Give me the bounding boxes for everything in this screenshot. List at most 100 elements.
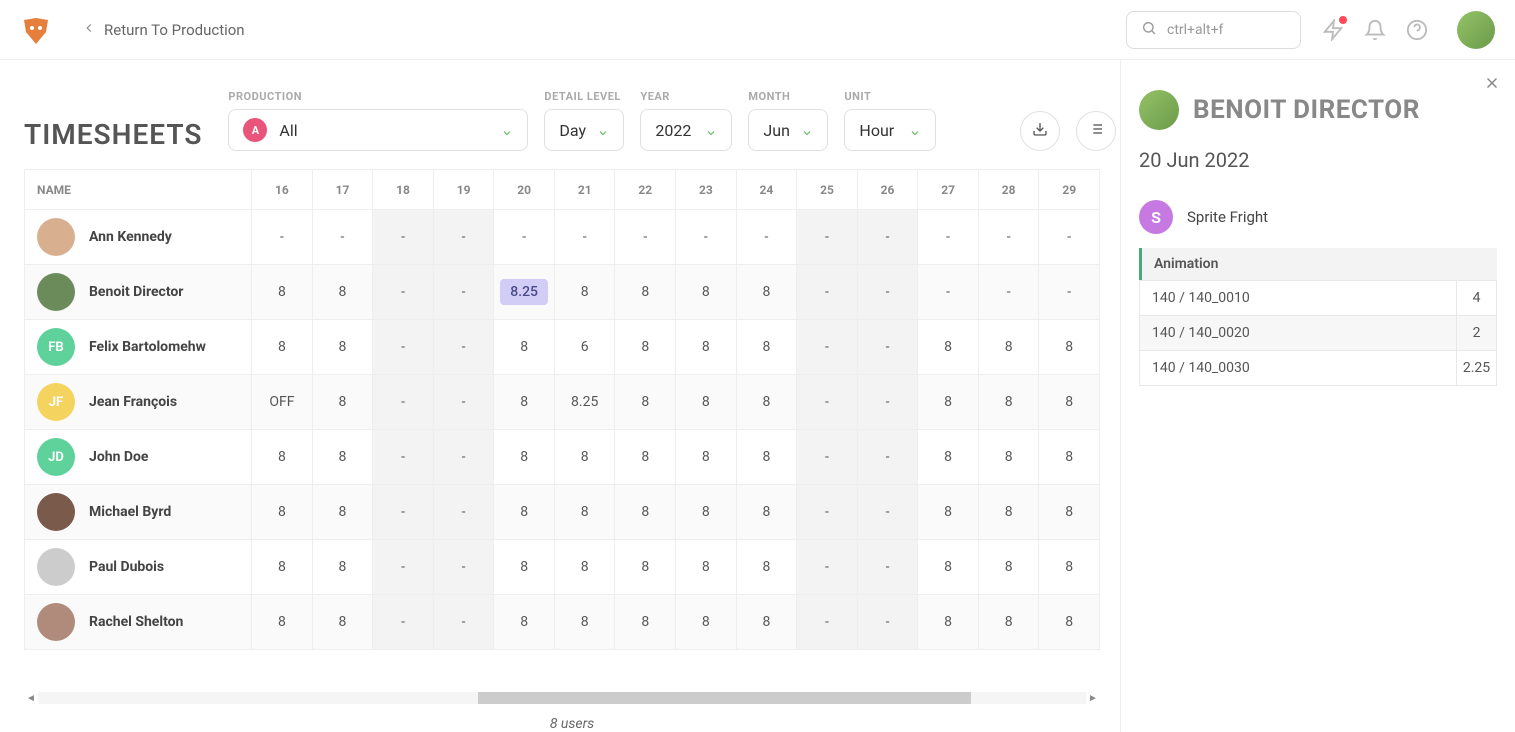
- timesheet-cell[interactable]: -: [373, 265, 434, 320]
- timesheet-cell[interactable]: -: [857, 595, 918, 650]
- timesheet-cell[interactable]: 8: [312, 595, 373, 650]
- timesheet-cell[interactable]: 8: [615, 320, 676, 375]
- timesheet-cell[interactable]: -: [312, 210, 373, 265]
- timesheet-cell[interactable]: 8: [918, 430, 979, 485]
- scroll-thumb[interactable]: [478, 692, 971, 704]
- timesheet-cell[interactable]: -: [373, 485, 434, 540]
- timesheet-cell[interactable]: -: [918, 265, 979, 320]
- timesheet-cell[interactable]: 8: [978, 595, 1039, 650]
- timesheet-cell[interactable]: 8: [918, 540, 979, 595]
- back-to-production-link[interactable]: Return To Production: [82, 21, 245, 39]
- timesheet-cell[interactable]: -: [373, 210, 434, 265]
- timesheet-cell[interactable]: -: [554, 210, 615, 265]
- detail-dropdown[interactable]: Day: [544, 109, 624, 151]
- timesheet-cell[interactable]: -: [797, 320, 858, 375]
- name-cell[interactable]: Benoit Director: [25, 265, 252, 320]
- timesheet-cell[interactable]: 8: [736, 265, 797, 320]
- timesheet-cell[interactable]: 8: [978, 320, 1039, 375]
- timesheet-cell[interactable]: 8: [1039, 595, 1100, 650]
- timesheet-cell[interactable]: -: [433, 210, 494, 265]
- scroll-track[interactable]: [38, 692, 1086, 704]
- timesheet-cell[interactable]: -: [797, 210, 858, 265]
- timesheet-cell[interactable]: -: [797, 485, 858, 540]
- timesheet-cell[interactable]: -: [857, 375, 918, 430]
- timesheet-cell[interactable]: 8.25: [554, 375, 615, 430]
- timesheet-cell[interactable]: -: [797, 540, 858, 595]
- timesheet-cell[interactable]: -: [433, 595, 494, 650]
- timesheet-cell[interactable]: 8: [494, 485, 555, 540]
- timesheet-cell[interactable]: 8: [615, 485, 676, 540]
- timesheet-cell[interactable]: 8: [676, 320, 737, 375]
- timesheet-cell[interactable]: -: [918, 210, 979, 265]
- timesheet-cell[interactable]: 8: [554, 430, 615, 485]
- list-view-button[interactable]: [1076, 111, 1116, 151]
- timesheet-cell[interactable]: 8: [252, 485, 313, 540]
- timesheet-cell[interactable]: 8: [312, 430, 373, 485]
- timesheet-cell[interactable]: -: [373, 320, 434, 375]
- timesheet-cell[interactable]: 8: [252, 595, 313, 650]
- timesheet-cell[interactable]: 8: [918, 320, 979, 375]
- timesheet-cell[interactable]: -: [978, 210, 1039, 265]
- scroll-right-arrow[interactable]: ►: [1086, 693, 1100, 704]
- unit-dropdown[interactable]: Hour: [844, 109, 936, 151]
- timesheet-cell[interactable]: 8: [252, 320, 313, 375]
- timesheet-cell[interactable]: 8: [615, 375, 676, 430]
- table-row[interactable]: Michael Byrd88--88888--888: [25, 485, 1100, 540]
- timesheet-cell[interactable]: 8: [676, 430, 737, 485]
- table-row[interactable]: Rachel Shelton88--88888--888: [25, 595, 1100, 650]
- task-row[interactable]: 140 / 140_00302.25: [1139, 351, 1497, 386]
- timesheet-cell[interactable]: -: [797, 265, 858, 320]
- timesheet-cell[interactable]: -: [373, 595, 434, 650]
- timesheet-cell[interactable]: -: [857, 320, 918, 375]
- horizontal-scrollbar[interactable]: ◄ ►: [24, 690, 1100, 706]
- timesheet-cell[interactable]: 8: [615, 265, 676, 320]
- timesheet-cell[interactable]: 8: [978, 375, 1039, 430]
- timesheet-cell[interactable]: 8: [918, 595, 979, 650]
- timesheet-cell[interactable]: 8: [736, 375, 797, 430]
- timesheet-cell[interactable]: 8: [554, 595, 615, 650]
- timesheet-cell[interactable]: 8: [615, 595, 676, 650]
- timesheet-cell[interactable]: -: [857, 210, 918, 265]
- task-row[interactable]: 140 / 140_00104: [1139, 280, 1497, 316]
- name-cell[interactable]: Paul Dubois: [25, 540, 252, 595]
- timesheet-cell[interactable]: -: [676, 210, 737, 265]
- timesheet-cell[interactable]: 8: [494, 595, 555, 650]
- timesheet-cell[interactable]: -: [857, 485, 918, 540]
- timesheet-cell[interactable]: 8: [554, 540, 615, 595]
- timesheet-cell[interactable]: 8: [736, 430, 797, 485]
- news-icon[interactable]: [1321, 18, 1345, 42]
- timesheet-cell[interactable]: 8: [554, 485, 615, 540]
- table-row[interactable]: Ann Kennedy--------------: [25, 210, 1100, 265]
- timesheet-cell[interactable]: -: [978, 265, 1039, 320]
- timesheet-cell[interactable]: 8: [736, 485, 797, 540]
- timesheet-cell[interactable]: 8: [252, 540, 313, 595]
- timesheet-cell[interactable]: 8: [676, 595, 737, 650]
- timesheet-cell[interactable]: 8: [1039, 485, 1100, 540]
- name-cell[interactable]: Ann Kennedy: [25, 210, 252, 265]
- scroll-left-arrow[interactable]: ◄: [24, 693, 38, 704]
- timesheet-cell[interactable]: 8: [554, 265, 615, 320]
- production-dropdown[interactable]: A All: [228, 109, 528, 151]
- timesheet-cell[interactable]: -: [1039, 265, 1100, 320]
- timesheet-cell[interactable]: -: [797, 430, 858, 485]
- timesheet-cell[interactable]: 8: [252, 265, 313, 320]
- timesheet-cell[interactable]: 8: [312, 375, 373, 430]
- timesheet-cell[interactable]: 8: [978, 540, 1039, 595]
- name-cell[interactable]: JDJohn Doe: [25, 430, 252, 485]
- timesheet-cell[interactable]: 8: [676, 540, 737, 595]
- table-row[interactable]: Benoit Director88--8.258888-----: [25, 265, 1100, 320]
- table-row[interactable]: JDJohn Doe88--88888--888: [25, 430, 1100, 485]
- month-dropdown[interactable]: Jun: [748, 109, 828, 151]
- timesheet-cell[interactable]: 8: [978, 430, 1039, 485]
- table-row[interactable]: FBFelix Bartolomehw88--86888--888: [25, 320, 1100, 375]
- timesheet-cell[interactable]: 8: [1039, 540, 1100, 595]
- timesheet-cell[interactable]: -: [797, 375, 858, 430]
- timesheet-cell[interactable]: 8: [615, 540, 676, 595]
- timesheet-cell[interactable]: -: [857, 430, 918, 485]
- current-user-avatar[interactable]: [1457, 11, 1495, 49]
- timesheet-cell[interactable]: 8: [676, 265, 737, 320]
- timesheet-cell[interactable]: 8: [676, 375, 737, 430]
- close-panel-button[interactable]: [1483, 74, 1501, 96]
- timesheet-cell[interactable]: 8: [1039, 375, 1100, 430]
- name-cell[interactable]: JFJean François: [25, 375, 252, 430]
